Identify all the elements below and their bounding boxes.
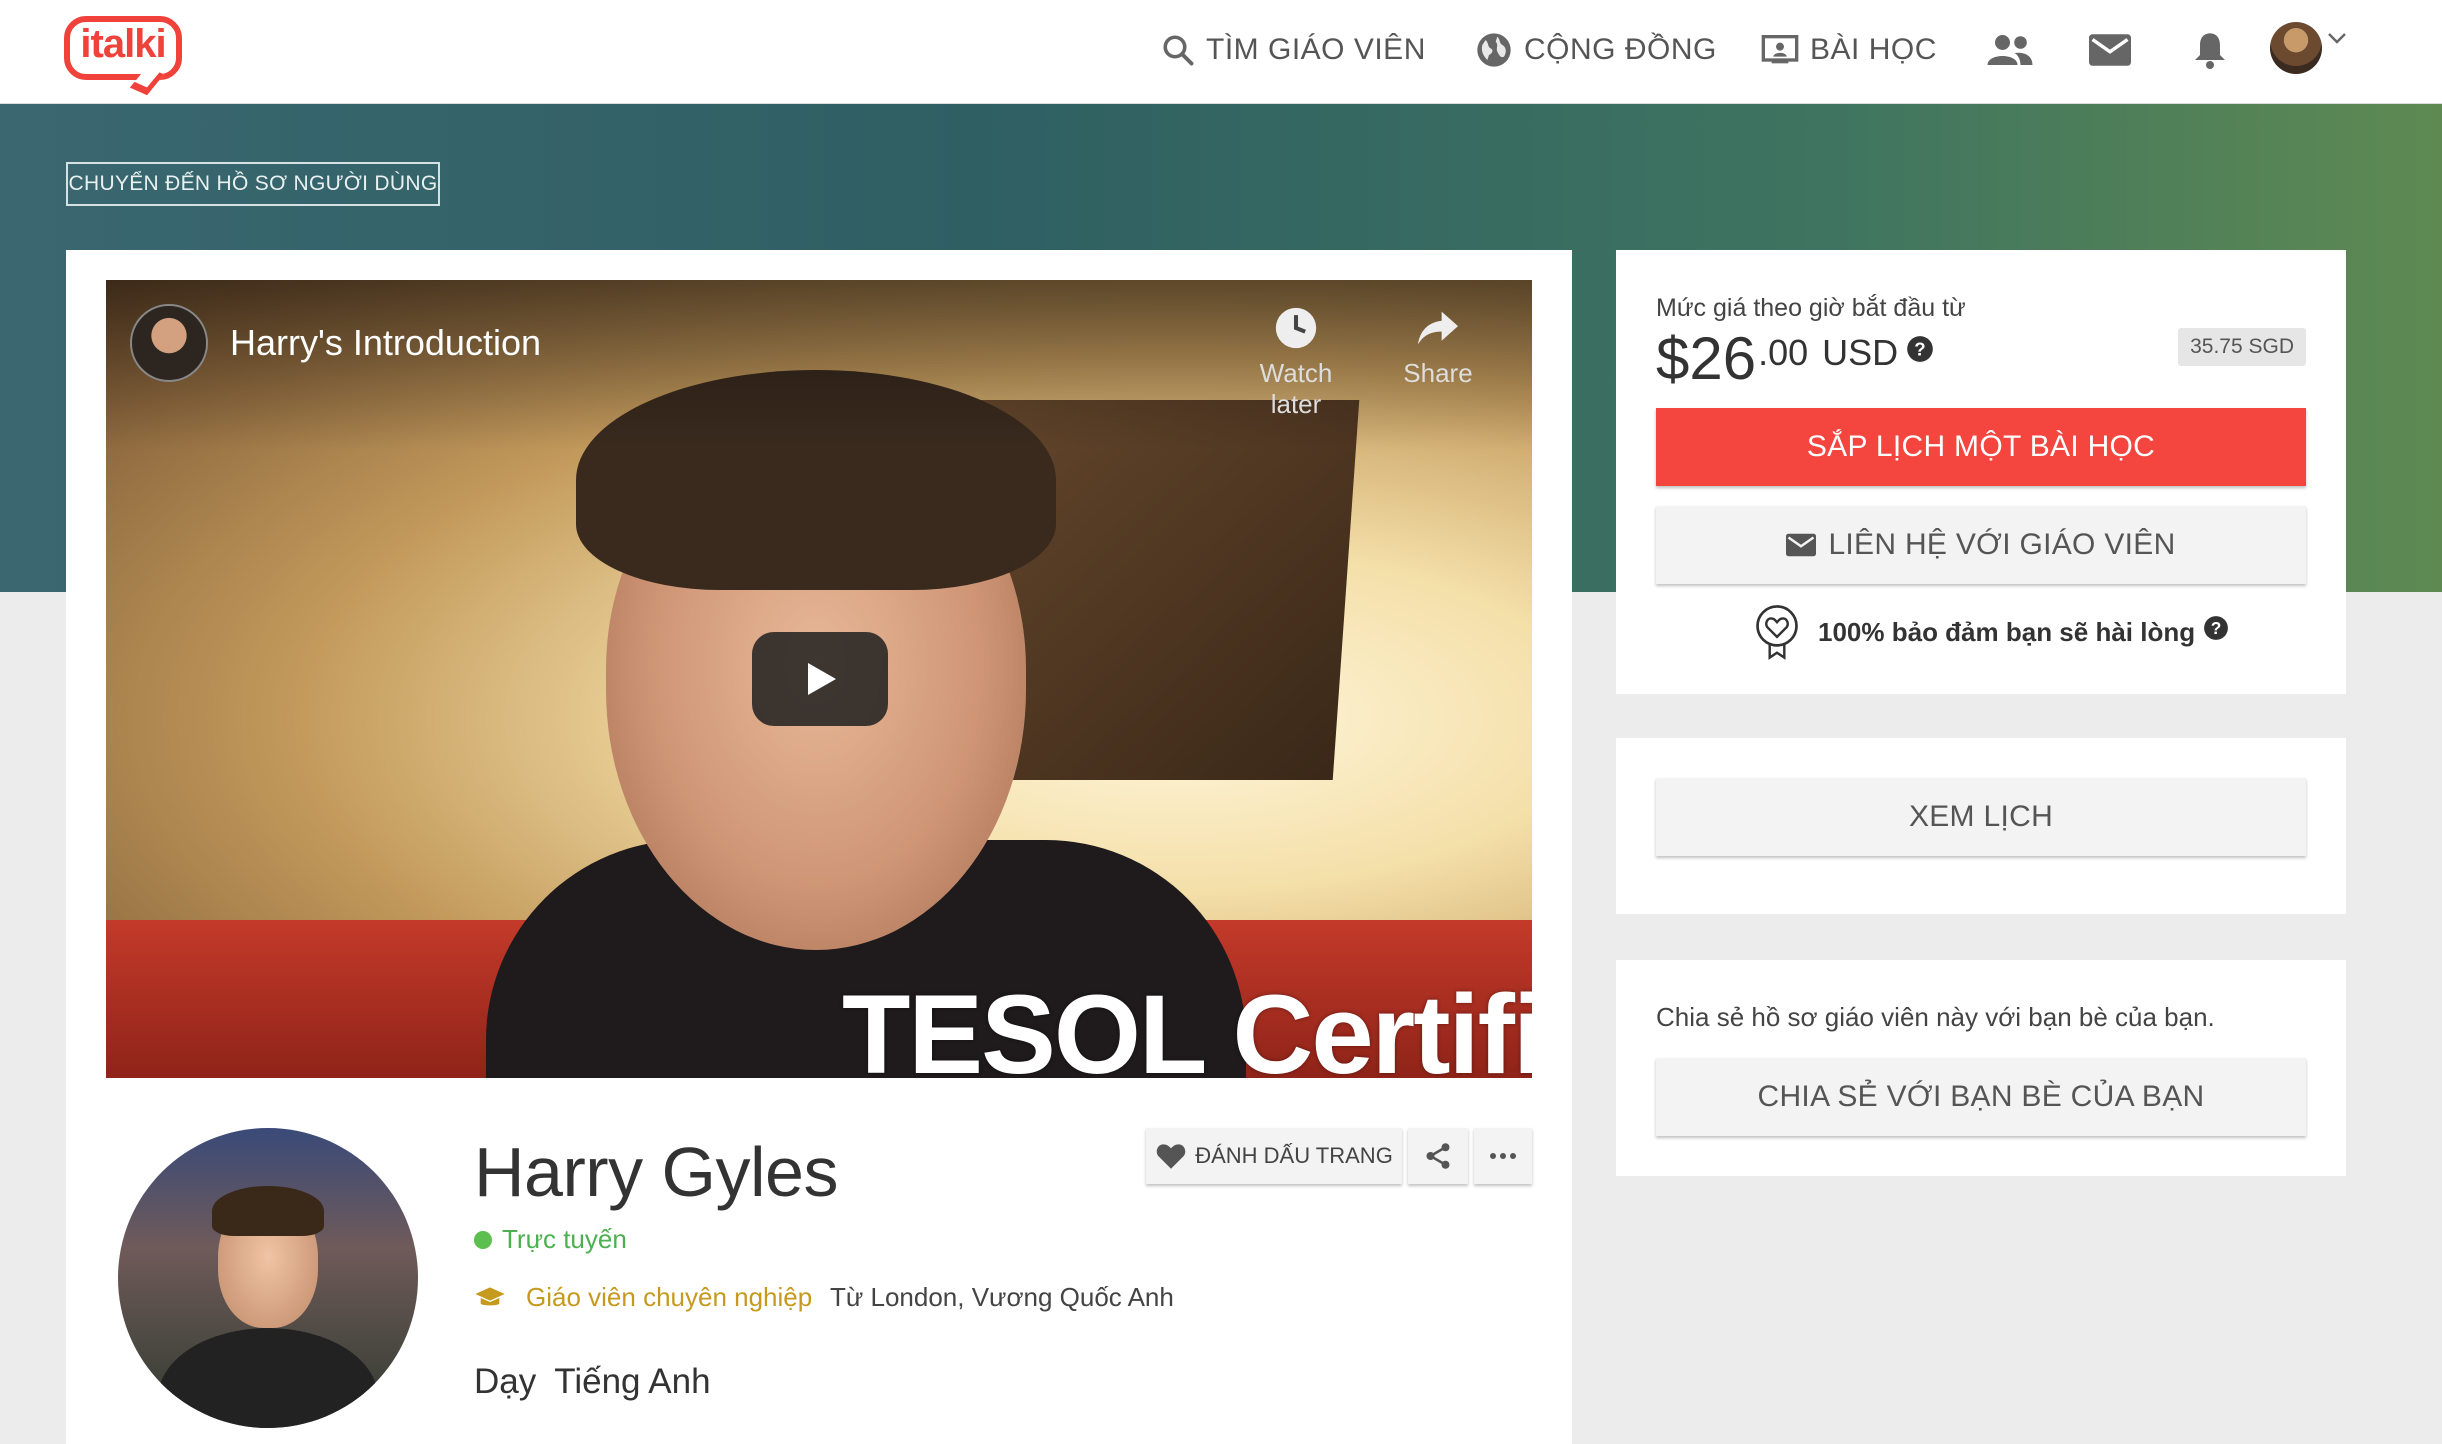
watch-later-control[interactable]: Watch later xyxy=(1236,304,1356,420)
teacher-location: Từ London, Vương Quốc Anh xyxy=(830,1282,1174,1312)
svg-text:?: ? xyxy=(1914,338,1925,359)
share-icon xyxy=(1426,1143,1450,1169)
graduation-cap-icon xyxy=(475,1286,505,1305)
book-lesson-button[interactable]: SẮP LỊCH MỘT BÀI HỌC xyxy=(1656,408,2306,486)
intro-video-player[interactable]: Harry's Introduction Watch later Share T… xyxy=(106,280,1532,1078)
heart-icon xyxy=(1156,1144,1186,1169)
online-dot-icon xyxy=(474,1230,492,1249)
chevron-down-icon[interactable] xyxy=(2326,30,2348,46)
nav-find-teacher[interactable]: TÌM GIÁO VIÊN xyxy=(1160,22,1426,78)
satisfaction-guarantee: 100% bảo đảm bạn sẽ hài lòng ? xyxy=(1752,604,2229,660)
svg-text:?: ? xyxy=(2211,618,2222,638)
teacher-type: Giáo viên chuyên nghiệp xyxy=(474,1282,812,1313)
avatar-body xyxy=(158,1328,378,1428)
nav-community[interactable]: CỘNG ĐỒNG xyxy=(1474,22,1717,78)
italki-logo[interactable]: italki xyxy=(64,16,184,96)
more-options-button[interactable] xyxy=(1474,1128,1532,1184)
help-icon[interactable]: ? xyxy=(1906,335,1934,363)
nav-lessons[interactable]: BÀI HỌC xyxy=(1760,22,1937,78)
mail-icon xyxy=(2089,34,2131,66)
user-avatar[interactable] xyxy=(2270,22,2322,74)
notifications-nav[interactable] xyxy=(2184,24,2236,76)
price-currency: USD xyxy=(1822,332,1899,373)
online-status: Trực tuyến xyxy=(474,1224,627,1255)
share-profile-button[interactable] xyxy=(1408,1128,1468,1184)
video-caption-overlay: TESOL Certifi xyxy=(842,972,1532,1078)
top-navigation-bar: italki TÌM GIÁO VIÊN CỘNG ĐỒNG BÀI HỌC xyxy=(0,0,2442,104)
go-to-user-profile-button[interactable]: CHUYỂN ĐẾN HỒ SƠ NGƯỜI DÙNG xyxy=(66,162,440,206)
pricing-card: Mức giá theo giờ bắt đầu từ $26 .00 USD … xyxy=(1616,250,2346,694)
mail-icon xyxy=(1786,533,1817,557)
share-arrow-icon xyxy=(1418,311,1458,345)
price-cents: .00 xyxy=(1758,332,1809,373)
play-icon xyxy=(808,663,836,695)
play-button[interactable] xyxy=(752,632,888,726)
contact-teacher-label: LIÊN HỆ VỚI GIÁO VIÊN xyxy=(1828,528,2176,561)
nav-find-teacher-label: TÌM GIÁO VIÊN xyxy=(1206,33,1426,66)
contact-teacher-button[interactable]: LIÊN HỆ VỚI GIÁO VIÊN xyxy=(1656,506,2306,584)
hourly-price: $26 .00 USD ? xyxy=(1656,324,1934,393)
nav-community-label: CỘNG ĐỒNG xyxy=(1524,33,1717,66)
search-icon xyxy=(1163,35,1194,66)
alt-currency-badge: 35.75 SGD xyxy=(2178,328,2306,366)
watch-later-label: Watch later xyxy=(1259,358,1333,419)
share-video-label: Share xyxy=(1403,358,1473,388)
friends-nav[interactable] xyxy=(1984,24,2036,76)
bookmark-label: ĐÁNH DẤU TRANG xyxy=(1195,1143,1393,1168)
teacher-name: Harry Gyles xyxy=(474,1133,838,1211)
globe-icon xyxy=(1477,33,1511,67)
heart-badge-icon xyxy=(1756,605,1798,660)
video-channel-avatar[interactable] xyxy=(130,304,208,382)
guarantee-label: 100% bảo đảm bạn sẽ hài lòng xyxy=(1818,616,2196,647)
video-title[interactable]: Harry's Introduction xyxy=(230,322,541,364)
teacher-avatar xyxy=(118,1128,418,1428)
clock-icon xyxy=(1275,307,1317,349)
teaches-languages: Dạy Tiếng Anh xyxy=(474,1362,711,1402)
help-icon[interactable]: ? xyxy=(2203,615,2229,641)
nav-lessons-label: BÀI HỌC xyxy=(1810,33,1937,66)
teaches-label: Dạy xyxy=(474,1362,537,1401)
teaches-language: Tiếng Anh xyxy=(554,1362,711,1401)
price-dollars: $26 xyxy=(1656,325,1757,392)
bell-icon xyxy=(2195,33,2225,69)
price-label: Mức giá theo giờ bắt đầu từ xyxy=(1656,294,1966,322)
classroom-screen-icon xyxy=(1761,35,1799,64)
messages-nav[interactable] xyxy=(2084,24,2136,76)
bookmark-button[interactable]: ĐÁNH DẤU TRANG xyxy=(1146,1128,1402,1184)
people-icon xyxy=(1987,35,2033,65)
share-card: Chia sẻ hồ sơ giáo viên này với bạn bè c… xyxy=(1616,960,2346,1176)
logo-text: italki xyxy=(80,22,166,66)
avatar-hair xyxy=(212,1186,324,1236)
share-video-control[interactable]: Share xyxy=(1378,304,1498,389)
share-description: Chia sẻ hồ sơ giáo viên này với bạn bè c… xyxy=(1656,1002,2215,1032)
more-dots-icon xyxy=(1490,1153,1516,1159)
view-schedule-button[interactable]: XEM LỊCH xyxy=(1656,778,2306,856)
online-status-label: Trực tuyến xyxy=(502,1224,627,1254)
teacher-type-label: Giáo viên chuyên nghiệp xyxy=(526,1282,813,1312)
share-with-friends-button[interactable]: CHIA SẺ VỚI BẠN BÈ CỦA BẠN xyxy=(1656,1058,2306,1136)
schedule-card: XEM LỊCH xyxy=(1616,738,2346,914)
